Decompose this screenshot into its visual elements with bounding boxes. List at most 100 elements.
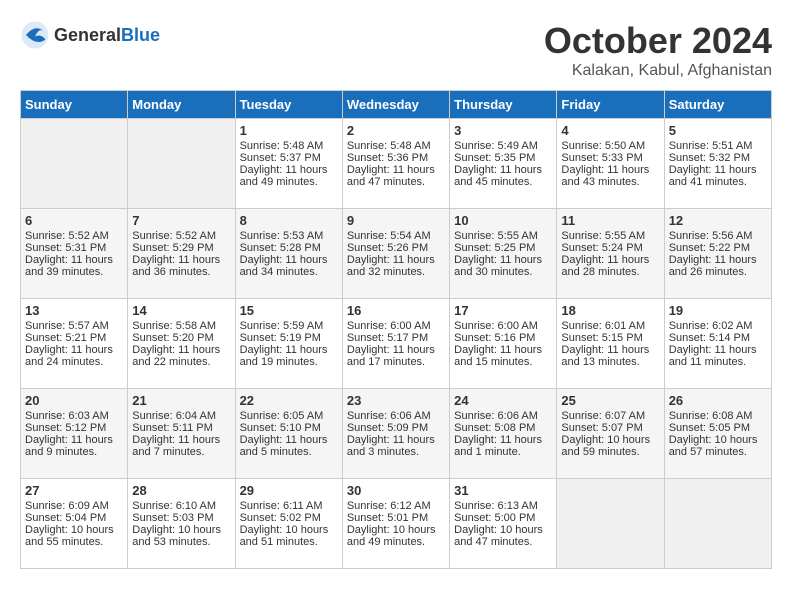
calendar-cell: 15Sunrise: 5:59 AMSunset: 5:19 PMDayligh… — [235, 299, 342, 389]
daylight-text: Daylight: 10 hours and 47 minutes. — [454, 524, 552, 548]
calendar-cell: 21Sunrise: 6:04 AMSunset: 5:11 PMDayligh… — [128, 389, 235, 479]
daylight-text: Daylight: 11 hours and 3 minutes. — [347, 434, 445, 458]
daylight-text: Daylight: 11 hours and 19 minutes. — [240, 344, 338, 368]
calendar-cell: 31 Sunrise: 6:13 AMSunset: 5:00 PMDayligh… — [450, 479, 557, 569]
sunrise-text: Sunrise: 5:52 AM — [132, 230, 230, 242]
day-number: 19 — [669, 303, 767, 318]
daylight-text: Daylight: 11 hours and 36 minutes. — [132, 254, 230, 278]
calendar-cell: 10Sunrise: 5:55 AMSunset: 5:25 PMDayligh… — [450, 209, 557, 299]
calendar-cell: 20Sunrise: 6:03 AMSunset: 5:12 PMDayligh… — [21, 389, 128, 479]
daylight-text: Daylight: 11 hours and 11 minutes. — [669, 344, 767, 368]
day-number: 20 — [25, 393, 123, 408]
calendar-cell — [664, 479, 771, 569]
calendar-cell — [128, 119, 235, 209]
calendar-cell: 1Sunrise: 5:48 AMSunset: 5:37 PMDaylight… — [235, 119, 342, 209]
weekday-header: Tuesday — [235, 91, 342, 119]
day-number: 31 — [454, 483, 552, 498]
daylight-text: Daylight: 11 hours and 49 minutes. — [240, 164, 338, 188]
calendar-cell: 12Sunrise: 5:56 AMSunset: 5:22 PMDayligh… — [664, 209, 771, 299]
sunset-text: Sunset: 5:11 PM — [132, 422, 230, 434]
weekday-header: Saturday — [664, 91, 771, 119]
day-number: 17 — [454, 303, 552, 318]
calendar-cell: 16Sunrise: 6:00 AMSunset: 5:17 PMDayligh… — [342, 299, 449, 389]
calendar-cell: 7 Sunrise: 5:52 AMSunset: 5:29 PMDaylight… — [128, 209, 235, 299]
day-number: 14 — [132, 303, 230, 318]
title-area: October 2024 Kalakan, Kabul, Afghanistan — [544, 20, 772, 80]
calendar-cell: 2Sunrise: 5:48 AMSunset: 5:36 PMDaylight… — [342, 119, 449, 209]
sunset-text: Sunset: 5:08 PM — [454, 422, 552, 434]
location-title: Kalakan, Kabul, Afghanistan — [544, 62, 772, 80]
calendar-header-row: SundayMondayTuesdayWednesdayThursdayFrid… — [21, 91, 772, 119]
calendar-cell: 13Sunrise: 5:57 AMSunset: 5:21 PMDayligh… — [21, 299, 128, 389]
calendar-cell: 24Sunrise: 6:06 AMSunset: 5:08 PMDayligh… — [450, 389, 557, 479]
daylight-text: Daylight: 11 hours and 1 minute. — [454, 434, 552, 458]
sunset-text: Sunset: 5:14 PM — [669, 332, 767, 344]
day-number: 30 — [347, 483, 445, 498]
header: GeneralBlue October 2024 Kalakan, Kabul,… — [20, 20, 772, 80]
day-number: 7 — [132, 213, 230, 228]
sunset-text: Sunset: 5:25 PM — [454, 242, 552, 254]
month-title: October 2024 — [544, 20, 772, 62]
sunset-text: Sunset: 5:28 PM — [240, 242, 338, 254]
sunrise-text: Sunrise: 6:09 AM — [25, 500, 123, 512]
logo: GeneralBlue — [20, 20, 160, 50]
calendar-cell: 28Sunrise: 6:10 AMSunset: 5:03 PMDayligh… — [128, 479, 235, 569]
day-number: 1 — [240, 123, 338, 138]
sunset-text: Sunset: 5:36 PM — [347, 152, 445, 164]
daylight-text: Daylight: 11 hours and 13 minutes. — [561, 344, 659, 368]
daylight-text: Daylight: 11 hours and 47 minutes. — [347, 164, 445, 188]
calendar-cell: 4Sunrise: 5:50 AMSunset: 5:33 PMDaylight… — [557, 119, 664, 209]
calendar-cell: 29Sunrise: 6:11 AMSunset: 5:02 PMDayligh… — [235, 479, 342, 569]
sunset-text: Sunset: 5:24 PM — [561, 242, 659, 254]
daylight-text: Daylight: 10 hours and 49 minutes. — [347, 524, 445, 548]
calendar-cell: 26Sunrise: 6:08 AMSunset: 5:05 PMDayligh… — [664, 389, 771, 479]
day-number: 13 — [25, 303, 123, 318]
day-number: 21 — [132, 393, 230, 408]
sunrise-text: Sunrise: 6:11 AM — [240, 500, 338, 512]
sunrise-text: Sunrise: 5:58 AM — [132, 320, 230, 332]
sunset-text: Sunset: 5:32 PM — [669, 152, 767, 164]
sunset-text: Sunset: 5:09 PM — [347, 422, 445, 434]
sunrise-text: Sunrise: 6:04 AM — [132, 410, 230, 422]
daylight-text: Daylight: 10 hours and 57 minutes. — [669, 434, 767, 458]
day-number: 23 — [347, 393, 445, 408]
day-number: 2 — [347, 123, 445, 138]
sunset-text: Sunset: 5:04 PM — [25, 512, 123, 524]
sunrise-text: Sunrise: 5:55 AM — [561, 230, 659, 242]
sunset-text: Sunset: 5:22 PM — [669, 242, 767, 254]
calendar-cell: 27Sunrise: 6:09 AMSunset: 5:04 PMDayligh… — [21, 479, 128, 569]
sunrise-text: Sunrise: 5:53 AM — [240, 230, 338, 242]
sunrise-text: Sunrise: 6:13 AM — [454, 500, 552, 512]
sunrise-text: Sunrise: 6:05 AM — [240, 410, 338, 422]
sunset-text: Sunset: 5:01 PM — [347, 512, 445, 524]
day-number: 22 — [240, 393, 338, 408]
daylight-text: Daylight: 11 hours and 32 minutes. — [347, 254, 445, 278]
sunrise-text: Sunrise: 5:49 AM — [454, 140, 552, 152]
sunrise-text: Sunrise: 5:56 AM — [669, 230, 767, 242]
sunset-text: Sunset: 5:29 PM — [132, 242, 230, 254]
sunrise-text: Sunrise: 6:08 AM — [669, 410, 767, 422]
sunrise-text: Sunrise: 6:03 AM — [25, 410, 123, 422]
calendar-cell: 23 Sunrise: 6:06 AMSunset: 5:09 PMDayligh… — [342, 389, 449, 479]
calendar-cell: 18Sunrise: 6:01 AMSunset: 5:15 PMDayligh… — [557, 299, 664, 389]
daylight-text: Daylight: 11 hours and 26 minutes. — [669, 254, 767, 278]
sunset-text: Sunset: 5:21 PM — [25, 332, 123, 344]
sunset-text: Sunset: 5:07 PM — [561, 422, 659, 434]
sunset-text: Sunset: 5:02 PM — [240, 512, 338, 524]
daylight-text: Daylight: 10 hours and 51 minutes. — [240, 524, 338, 548]
day-number: 11 — [561, 213, 659, 228]
sunset-text: Sunset: 5:00 PM — [454, 512, 552, 524]
calendar-cell: 30Sunrise: 6:12 AMSunset: 5:01 PMDayligh… — [342, 479, 449, 569]
sunrise-text: Sunrise: 6:01 AM — [561, 320, 659, 332]
sunset-text: Sunset: 5:26 PM — [347, 242, 445, 254]
daylight-text: Daylight: 10 hours and 53 minutes. — [132, 524, 230, 548]
daylight-text: Daylight: 11 hours and 43 minutes. — [561, 164, 659, 188]
daylight-text: Daylight: 11 hours and 5 minutes. — [240, 434, 338, 458]
daylight-text: Daylight: 10 hours and 59 minutes. — [561, 434, 659, 458]
weekday-header: Monday — [128, 91, 235, 119]
day-number: 28 — [132, 483, 230, 498]
day-number: 10 — [454, 213, 552, 228]
daylight-text: Daylight: 10 hours and 55 minutes. — [25, 524, 123, 548]
calendar-cell: 11Sunrise: 5:55 AMSunset: 5:24 PMDayligh… — [557, 209, 664, 299]
sunrise-text: Sunrise: 6:06 AM — [347, 410, 445, 422]
